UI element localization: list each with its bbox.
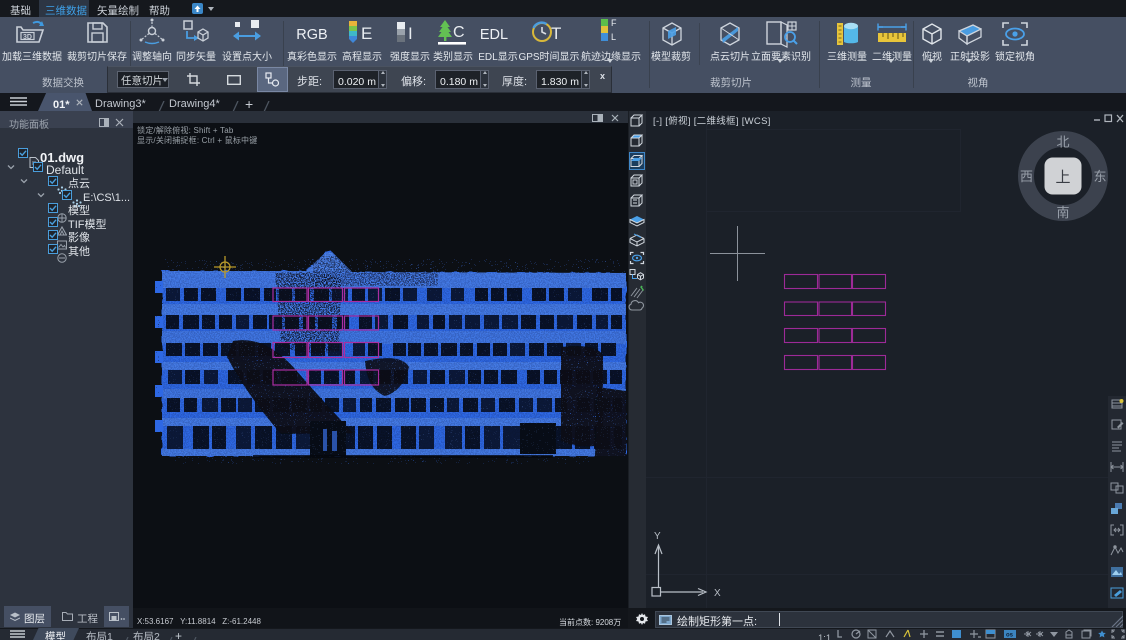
svg-text:I: I [408,19,413,44]
svg-text:上: 上 [1055,166,1070,187]
svg-text:西: 西 [1020,166,1033,185]
svg-text:北: 北 [1056,132,1069,151]
svg-text:C: C [453,18,465,42]
svg-text:南: 南 [1056,202,1069,221]
svg-text:F: F [611,17,617,29]
svg-text:L: L [611,30,616,43]
svg-text:E: E [361,19,372,44]
svg-text:东: 东 [1093,166,1106,185]
svg-text:os: os [1006,630,1014,639]
svg-text:X: X [714,588,721,599]
svg-text:3D: 3D [23,32,32,42]
svg-text:T: T [551,19,561,44]
svg-text:Y: Y [654,531,661,542]
